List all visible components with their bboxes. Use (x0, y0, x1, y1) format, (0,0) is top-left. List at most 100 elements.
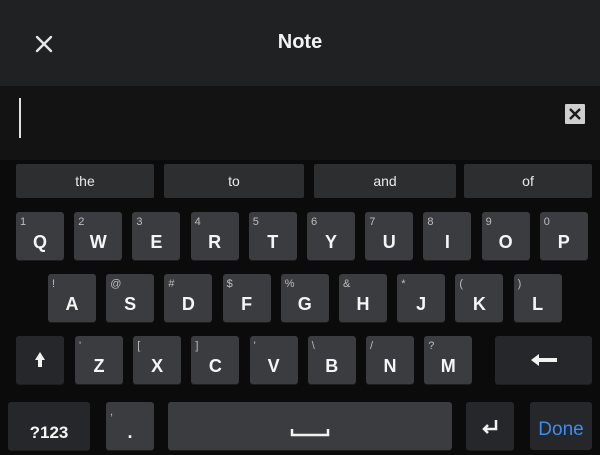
key-label: O (498, 232, 513, 252)
key-hint: 6 (311, 216, 318, 228)
key-j[interactable]: * J (397, 274, 446, 322)
key-label: U (382, 232, 396, 252)
key-hint: ? (428, 340, 435, 352)
key-q[interactable]: 1Q (16, 212, 64, 260)
space-key[interactable] (168, 402, 452, 450)
key-label: G (297, 294, 312, 314)
done-label: Done (538, 419, 584, 440)
key-k[interactable]: (K (455, 274, 504, 322)
symbols-key[interactable]: ?123 (8, 402, 90, 450)
suggestion-of[interactable]: of (464, 164, 592, 198)
backspace-key[interactable] (495, 336, 592, 384)
backspace-icon (531, 354, 557, 366)
key-label: P (557, 232, 570, 252)
key-c[interactable]: ] C (191, 336, 240, 384)
key-hint: 1 (20, 216, 27, 228)
key-hint: 3 (136, 216, 143, 228)
key-label: ?123 (29, 423, 69, 442)
shift-key[interactable] (16, 336, 64, 384)
key-hint: 9 (485, 216, 492, 228)
key-w[interactable]: 2W (74, 212, 123, 260)
key-hint: , (110, 406, 114, 418)
key-label: E (150, 232, 163, 252)
key-hint: 8 (427, 216, 434, 228)
key-hint: 5 (252, 216, 259, 228)
key-b[interactable]: \ B (307, 336, 356, 384)
key-hint: # (168, 278, 175, 290)
key-r[interactable]: 4R (190, 212, 239, 260)
key-label: D (181, 294, 195, 314)
key-label: C (208, 356, 222, 376)
key-hint: ' (79, 340, 82, 352)
key-hint: @ (110, 278, 122, 290)
key-t[interactable]: 5T (248, 212, 297, 260)
key-label: A (65, 294, 79, 314)
key-hint: 4 (194, 216, 201, 228)
key-l[interactable]: ) L (513, 274, 562, 322)
app-frame: Note the to and of 1 Q 2 W 3 E 4 R 5 T 6 Y 7 U 8 I 9 O 0 P! A @ S #… (0, 0, 600, 455)
key-label: Z (93, 356, 105, 376)
key-o[interactable]: 9O (481, 212, 530, 260)
key-label: K (472, 294, 486, 314)
clear-text-icon (565, 104, 585, 124)
done-button[interactable]: Done (530, 402, 592, 450)
key-label: I (444, 232, 450, 252)
key-f[interactable]: $ F (222, 274, 271, 322)
key-hint: $ (226, 278, 233, 290)
shift-icon (35, 352, 45, 367)
key-hint: ) (517, 278, 522, 290)
key-e[interactable]: 3E (132, 212, 181, 260)
key-label: N (383, 356, 397, 376)
key-x[interactable]: [X (133, 336, 182, 384)
period-key[interactable]: ,. (106, 402, 154, 450)
key-hint: 7 (369, 216, 376, 228)
key-hint: ! (52, 278, 56, 290)
key-p[interactable]: 0P (539, 212, 588, 260)
key-label: W (89, 232, 107, 252)
key-label: B (325, 356, 339, 376)
suggestion-and[interactable]: and (314, 164, 456, 198)
enter-key[interactable] (466, 402, 514, 450)
key-label: X (151, 356, 164, 376)
key-hint: ] (195, 340, 199, 352)
key-label: L (532, 294, 544, 314)
clear-text-button[interactable] (564, 103, 586, 125)
key-label: J (416, 294, 427, 314)
key-label: R (208, 232, 222, 252)
key-label: T (267, 232, 279, 252)
key-i[interactable]: 8I (423, 212, 472, 260)
key-label: . (127, 422, 133, 442)
enter-icon (482, 420, 498, 434)
key-hint: * (401, 278, 406, 290)
text-cursor (19, 98, 21, 138)
key-a[interactable]: ! A (48, 274, 96, 322)
key-d[interactable]: # D (164, 274, 213, 322)
key-label: V (267, 356, 280, 376)
key-label: Q (32, 232, 47, 252)
space-bar-icon (290, 429, 330, 437)
key-m[interactable]: ? M (424, 336, 473, 384)
key-hint: & (343, 278, 351, 290)
suggestion-to[interactable]: to (164, 164, 304, 198)
key-u[interactable]: 7U (365, 212, 414, 260)
key-hint: [ (137, 340, 141, 352)
key-hint: % (284, 278, 295, 290)
note-input[interactable] (26, 96, 550, 138)
key-v[interactable]: ' V (249, 336, 298, 384)
key-y[interactable]: 6Y (307, 212, 355, 260)
key-label: H (356, 294, 370, 314)
key-n[interactable]: / N (366, 336, 414, 384)
key-s[interactable]: @ S (106, 274, 155, 322)
page-title: Note (277, 31, 323, 53)
key-hint: \ (311, 340, 315, 352)
key-label: S (124, 294, 137, 314)
key-hint: 0 (543, 216, 550, 228)
key-g[interactable]: % G (280, 274, 329, 322)
key-hint: ' (253, 340, 256, 352)
key-label: Y (324, 232, 337, 252)
key-h[interactable]: & H (339, 274, 387, 322)
key-z[interactable]: ' Z (75, 336, 123, 384)
key-label: F (241, 294, 253, 314)
key-hint: 2 (78, 216, 85, 228)
suggestion-the[interactable]: the (16, 164, 154, 198)
